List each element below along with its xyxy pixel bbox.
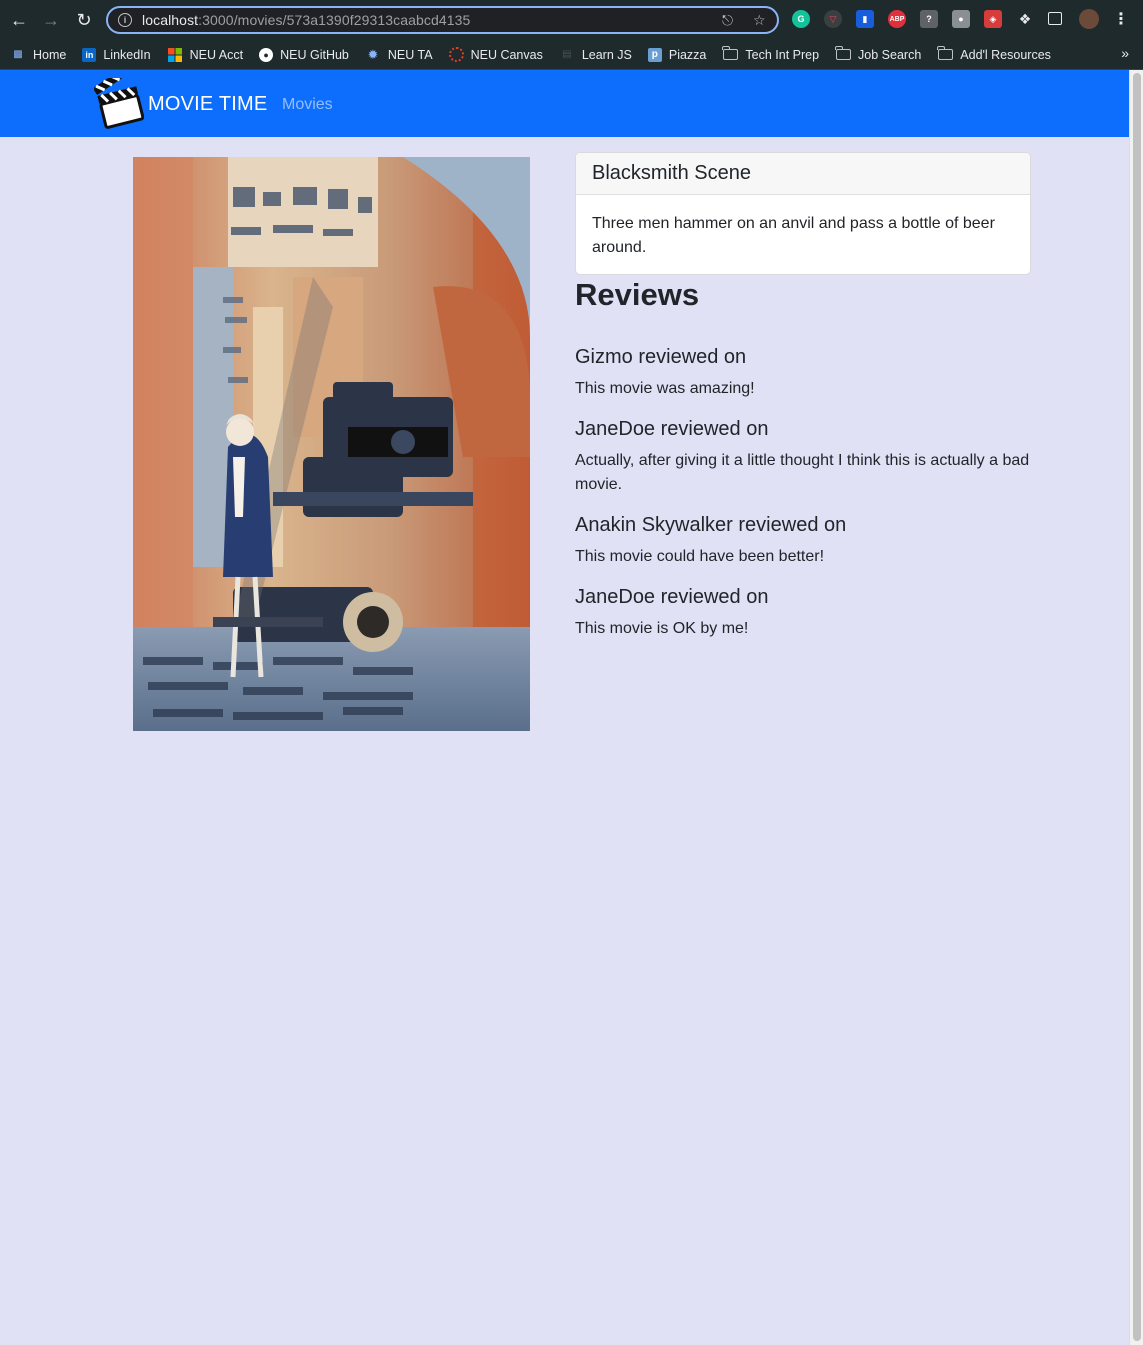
review-item: JaneDoe reviewed on Actually, after givi… [575, 417, 1031, 497]
back-arrow-icon[interactable]: ← [3, 4, 35, 36]
page-scrollbar[interactable] [1129, 70, 1143, 1345]
ta-icon: ✹ [367, 46, 379, 62]
profile-avatar[interactable] [1079, 9, 1099, 29]
share-icon[interactable]: ⎋ [722, 12, 733, 29]
movie-info-card: Blacksmith Scene Three men hammer on an … [575, 152, 1031, 275]
more-bookmarks-chevron-icon[interactable]: » [1121, 45, 1129, 61]
bookmark-label: Home [33, 47, 67, 62]
learnjs-icon: ▤ [562, 49, 572, 60]
clapperboard-logo-icon[interactable] [94, 78, 144, 130]
reload-icon[interactable]: ↻ [68, 4, 100, 36]
review-header: Anakin Skywalker reviewed on [575, 514, 847, 536]
scrollbar-thumb[interactable] [1133, 73, 1141, 1341]
extension-icon[interactable]: ● [952, 10, 970, 28]
side-panel-icon[interactable] [1048, 12, 1062, 25]
movie-poster-image [133, 157, 530, 731]
bookmark-folder-job-search[interactable]: Job Search [835, 46, 922, 63]
bookmark-label: Add'l Resources [960, 47, 1051, 62]
browser-toolbar: ← → ↻ i localhost:3000/movies/573a1390f2… [0, 0, 1143, 40]
github-icon: ● [259, 47, 274, 62]
screenshot-extension-icon[interactable]: ◈ [984, 10, 1002, 28]
bookmark-home[interactable]: ▩ Home [10, 47, 66, 63]
bookmark-neu-acct[interactable]: NEU Acct [167, 47, 244, 63]
review-item: JaneDoe reviewed on This movie is OK by … [575, 585, 1031, 641]
bookmarks-bar: ▩ Home in LinkedIn NEU Acct ● NEU GitHub… [0, 40, 1143, 70]
canvas-icon [448, 47, 464, 62]
bookmark-label: NEU Acct [189, 47, 244, 62]
movie-title: Blacksmith Scene [576, 153, 1030, 195]
review-item: Gizmo reviewed on This movie was amazing… [575, 345, 1031, 401]
bookmark-piazza[interactable]: p Piazza [647, 47, 707, 62]
review-text: This movie could have been better! [575, 548, 825, 565]
bookmark-label: Tech Int Prep [745, 47, 820, 62]
address-url: localhost:3000/movies/573a1390f29313caab… [142, 12, 470, 28]
piazza-icon: p [647, 47, 662, 62]
bookmark-learn-js[interactable]: ▤ Learn JS [559, 47, 632, 63]
bookmark-neu-ta[interactable]: ✹ NEU TA [365, 46, 433, 63]
linkedin-icon: in [82, 47, 97, 62]
bookmark-star-icon[interactable]: ☆ [753, 12, 766, 29]
bookmark-linkedin[interactable]: in LinkedIn [82, 47, 151, 62]
bitwarden-icon[interactable]: ▮ [856, 10, 874, 28]
reviews-heading: Reviews [575, 277, 700, 312]
review-text: This movie is OK by me! [575, 620, 749, 637]
review-text: Actually, after giving it a little thoug… [575, 452, 1030, 493]
url-path: :3000/movies/573a1390f29313caabcd4135 [198, 12, 471, 28]
bookmark-label: NEU Canvas [470, 47, 543, 62]
bookmark-folder-addl-resources[interactable]: Add'l Resources [937, 46, 1051, 63]
review-header: Gizmo reviewed on [575, 346, 747, 368]
grammarly-icon[interactable]: G [792, 10, 810, 28]
bookmark-folder-tech-int-prep[interactable]: Tech Int Prep [722, 46, 820, 63]
review-item: Anakin Skywalker reviewed on This movie … [575, 513, 1031, 569]
brand-name[interactable]: MOVIE TIME [148, 93, 267, 116]
bookmark-label: NEU GitHub [280, 47, 349, 62]
help-extension-icon[interactable]: ? [920, 10, 938, 28]
microsoft-icon [167, 47, 183, 63]
url-host: localhost [142, 12, 199, 28]
app-navbar: MOVIE TIME Movies [0, 70, 1129, 137]
adblock-icon[interactable]: ABP [888, 10, 906, 28]
nav-link-movies[interactable]: Movies [282, 96, 333, 114]
bookmark-label: Piazza [668, 47, 707, 62]
bookmark-neu-canvas[interactable]: NEU Canvas [448, 47, 543, 62]
pocket-icon[interactable]: ▽ [824, 10, 842, 28]
site-info-icon[interactable]: i [118, 13, 132, 27]
folder-icon [937, 46, 953, 63]
review-header: JaneDoe reviewed on [575, 586, 769, 608]
puzzle-icon[interactable]: ❖ [1016, 10, 1034, 28]
address-bar[interactable]: i localhost:3000/movies/573a1390f29313ca… [106, 6, 779, 34]
home-building-icon: ▩ [13, 49, 23, 60]
forward-arrow-icon[interactable]: → [35, 4, 67, 36]
folder-icon [835, 46, 851, 63]
bookmark-label: LinkedIn [103, 47, 151, 62]
folder-icon [722, 46, 738, 63]
movie-plot: Three men hammer on an anvil and pass a … [592, 215, 995, 256]
review-header: JaneDoe reviewed on [575, 418, 769, 440]
review-text: This movie was amazing! [575, 380, 755, 397]
bookmark-neu-github[interactable]: ● NEU GitHub [259, 47, 349, 62]
bookmark-label: NEU TA [387, 47, 433, 62]
menu-kebab-icon[interactable]: ⋮ [1112, 10, 1130, 28]
bookmark-label: Learn JS [581, 47, 632, 62]
bookmark-label: Job Search [858, 47, 922, 62]
